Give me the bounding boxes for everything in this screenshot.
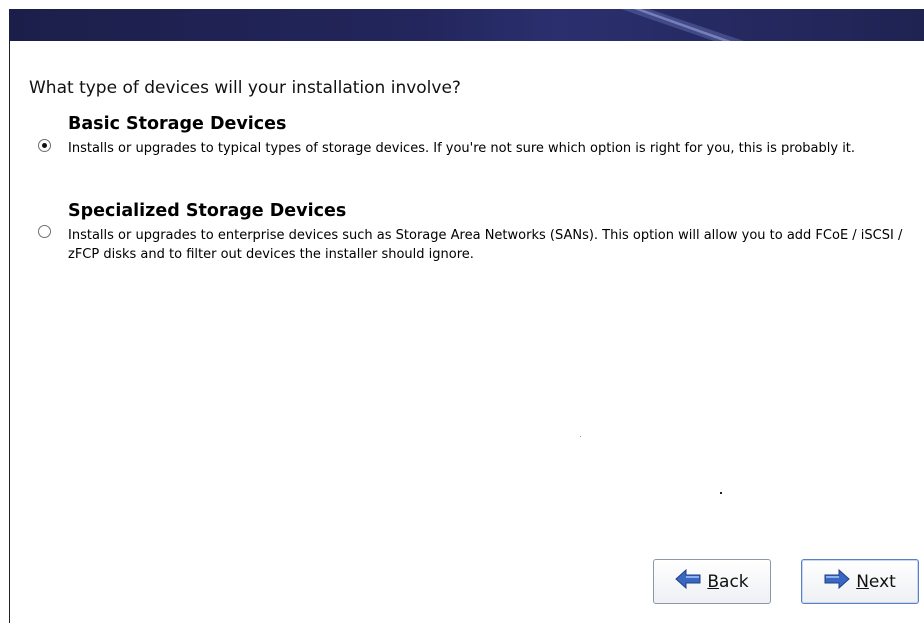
option-description: Installs or upgrades to typical types of… — [68, 141, 856, 156]
installer-window: What type of devices will your installat… — [0, 0, 924, 623]
radio-specialized-storage[interactable] — [38, 225, 51, 238]
back-button[interactable]: Back — [653, 559, 771, 604]
option-basic-storage[interactable]: Basic Storage Devices Installs or upgrad… — [38, 114, 918, 184]
artifact-dot — [580, 436, 581, 437]
next-button-label: Next — [856, 571, 896, 592]
option-description: Installs or upgrades to enterprise devic… — [68, 228, 903, 262]
window-left-border — [9, 40, 10, 623]
option-specialized-storage[interactable]: Specialized Storage Devices Installs or … — [38, 201, 918, 271]
artifact-dot — [720, 492, 722, 494]
arrow-right-icon — [824, 568, 850, 594]
radio-selected-dot — [42, 143, 47, 148]
next-button[interactable]: Next — [801, 559, 919, 604]
banner-decoration — [621, 9, 744, 41]
option-title: Specialized Storage Devices — [68, 201, 347, 221]
radio-basic-storage[interactable] — [38, 139, 51, 152]
page-question: What type of devices will your installat… — [29, 78, 461, 98]
arrow-left-icon — [675, 568, 701, 594]
back-button-label: Back — [707, 571, 749, 592]
option-title: Basic Storage Devices — [68, 114, 287, 134]
header-banner — [9, 9, 924, 41]
